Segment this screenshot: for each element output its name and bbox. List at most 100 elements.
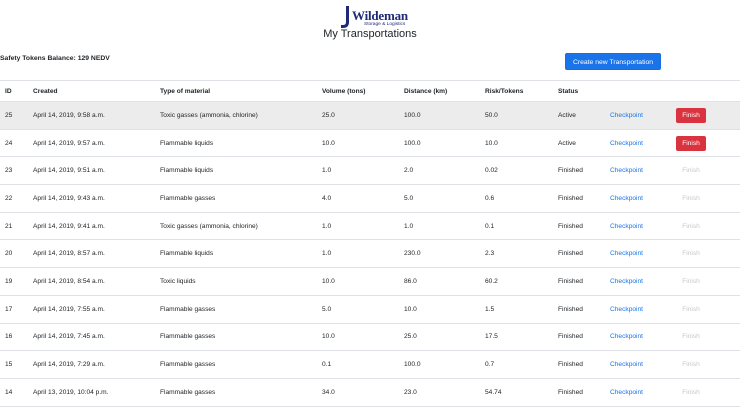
cell-distance: 25.0	[404, 323, 485, 352]
cell-created: April 14, 2019, 8:57 a.m.	[33, 239, 160, 269]
checkpoint-link[interactable]: Checkpoint	[610, 250, 643, 257]
checkpoint-link[interactable]: Checkpoint	[610, 112, 643, 119]
column-header-id: ID	[0, 80, 33, 102]
cell-type: Flammable gasses	[160, 378, 322, 407]
cell-created: April 14, 2019, 9:57 a.m.	[33, 129, 160, 158]
checkpoint-link[interactable]: Checkpoint	[610, 333, 643, 340]
cell-risk: 50.0	[485, 101, 558, 130]
cell-volume: 10.0	[322, 267, 404, 296]
tokens-balance-label: Safety Tokens Balance:	[0, 55, 76, 62]
cell-created: April 13, 2019, 10:04 p.m.	[33, 378, 160, 407]
cell-checkpoint: Checkpoint	[610, 129, 676, 158]
cell-checkpoint: Checkpoint	[610, 212, 676, 241]
cell-volume: 1.0	[322, 239, 404, 269]
cell-risk: 0.02	[485, 156, 558, 186]
column-header-action	[676, 80, 740, 102]
cell-type: Toxic liquids	[160, 267, 322, 296]
table-header-row: ID Created Type of material Volume (tons…	[0, 80, 740, 102]
cell-action: Finish	[676, 184, 740, 213]
cell-volume: 1.0	[322, 212, 404, 241]
table-row: 21 April 14, 2019, 9:41 a.m. Toxic gasses …	[0, 212, 740, 241]
checkpoint-link[interactable]: Checkpoint	[610, 140, 643, 147]
finish-button[interactable]: Finish	[676, 107, 706, 123]
cell-id: 23	[0, 156, 33, 186]
cell-action: Finish	[676, 295, 740, 324]
cell-volume: 34.0	[322, 378, 404, 407]
cell-risk: 17.5	[485, 323, 558, 352]
cell-checkpoint: Checkpoint	[610, 239, 676, 269]
cell-volume: 1.0	[322, 156, 404, 186]
cell-created: April 14, 2019, 8:54 a.m.	[33, 267, 160, 296]
company-logo: Wildeman Storage & Logistics	[338, 5, 408, 30]
table-row: 16 April 14, 2019, 7:45 a.m. Flammable gas…	[0, 323, 740, 352]
cell-id: 15	[0, 350, 33, 379]
checkpoint-link[interactable]: Checkpoint	[610, 278, 643, 285]
table-row: 22 April 14, 2019, 9:43 a.m. Flammable gas…	[0, 184, 740, 213]
cell-action: Finish	[676, 129, 740, 158]
cell-risk: 54.74	[485, 378, 558, 407]
finish-button: Finish	[676, 246, 706, 261]
cell-id: 14	[0, 378, 33, 407]
cell-distance: 100.0	[404, 129, 485, 158]
table-row: 24 April 14, 2019, 9:57 a.m. Flammable liq…	[0, 129, 740, 158]
cell-status: Active	[558, 129, 610, 158]
column-header-volume: Volume (tons)	[322, 80, 404, 102]
column-header-status: Status	[558, 80, 610, 102]
cell-distance: 2.0	[404, 156, 485, 186]
checkpoint-link[interactable]: Checkpoint	[610, 306, 643, 313]
cell-distance: 23.0	[404, 378, 485, 407]
cell-status: Active	[558, 101, 610, 130]
create-transportation-button[interactable]: Create new Transportation	[565, 53, 661, 70]
cell-volume: 5.0	[322, 295, 404, 324]
cell-created: April 14, 2019, 9:58 a.m.	[33, 101, 160, 130]
cell-volume: 4.0	[322, 184, 404, 213]
cell-checkpoint: Checkpoint	[610, 101, 676, 130]
cell-created: April 14, 2019, 9:41 a.m.	[33, 212, 160, 241]
cell-created: April 14, 2019, 7:29 a.m.	[33, 350, 160, 379]
cell-checkpoint: Checkpoint	[610, 378, 676, 407]
column-header-distance: Distance (km)	[404, 80, 485, 102]
cell-distance: 230.0	[404, 239, 485, 269]
cell-distance: 100.0	[404, 350, 485, 379]
finish-button: Finish	[676, 302, 706, 317]
cell-action: Finish	[676, 239, 740, 269]
cell-status: Finished	[558, 267, 610, 296]
cell-action: Finish	[676, 323, 740, 352]
finish-button: Finish	[676, 219, 706, 234]
cell-type: Flammable liquids	[160, 156, 322, 186]
cell-status: Finished	[558, 184, 610, 213]
cell-id: 25	[0, 101, 33, 130]
cell-checkpoint: Checkpoint	[610, 323, 676, 352]
checkpoint-link[interactable]: Checkpoint	[610, 223, 643, 230]
cell-action: Finish	[676, 267, 740, 296]
cell-type: Flammable gasses	[160, 323, 322, 352]
cell-type: Flammable gasses	[160, 184, 322, 213]
cell-volume: 10.0	[322, 323, 404, 352]
checkpoint-link[interactable]: Checkpoint	[610, 167, 643, 174]
cell-risk: 60.2	[485, 267, 558, 296]
cell-action: Finish	[676, 156, 740, 186]
finish-button: Finish	[676, 274, 706, 289]
table-row: 14 April 13, 2019, 10:04 p.m. Flammable ga…	[0, 378, 740, 407]
cell-checkpoint: Checkpoint	[610, 267, 676, 296]
tokens-balance: Safety Tokens Balance: 129 NEDV	[0, 55, 110, 62]
cell-risk: 10.0	[485, 129, 558, 158]
cell-id: 20	[0, 239, 33, 269]
checkpoint-link[interactable]: Checkpoint	[610, 361, 643, 368]
table-row: 25 April 14, 2019, 9:58 a.m. Toxic gasses …	[0, 101, 740, 130]
cell-checkpoint: Checkpoint	[610, 295, 676, 324]
cell-volume: 10.0	[322, 129, 404, 158]
cell-risk: 0.1	[485, 212, 558, 241]
cell-checkpoint: Checkpoint	[610, 350, 676, 379]
table-row: 15 April 14, 2019, 7:29 a.m. Flammable gas…	[0, 350, 740, 379]
cell-id: 22	[0, 184, 33, 213]
logo-tagline: Storage & Logistics	[364, 22, 406, 27]
checkpoint-link[interactable]: Checkpoint	[610, 389, 643, 396]
table-row: 19 April 14, 2019, 8:54 a.m. Toxic liquids…	[0, 267, 740, 296]
finish-button[interactable]: Finish	[676, 135, 706, 151]
cell-id: 19	[0, 267, 33, 296]
cell-id: 16	[0, 323, 33, 352]
table-row: 17 April 14, 2019, 7:55 a.m. Flammable gas…	[0, 295, 740, 324]
cell-action: Finish	[676, 101, 740, 130]
checkpoint-link[interactable]: Checkpoint	[610, 195, 643, 202]
